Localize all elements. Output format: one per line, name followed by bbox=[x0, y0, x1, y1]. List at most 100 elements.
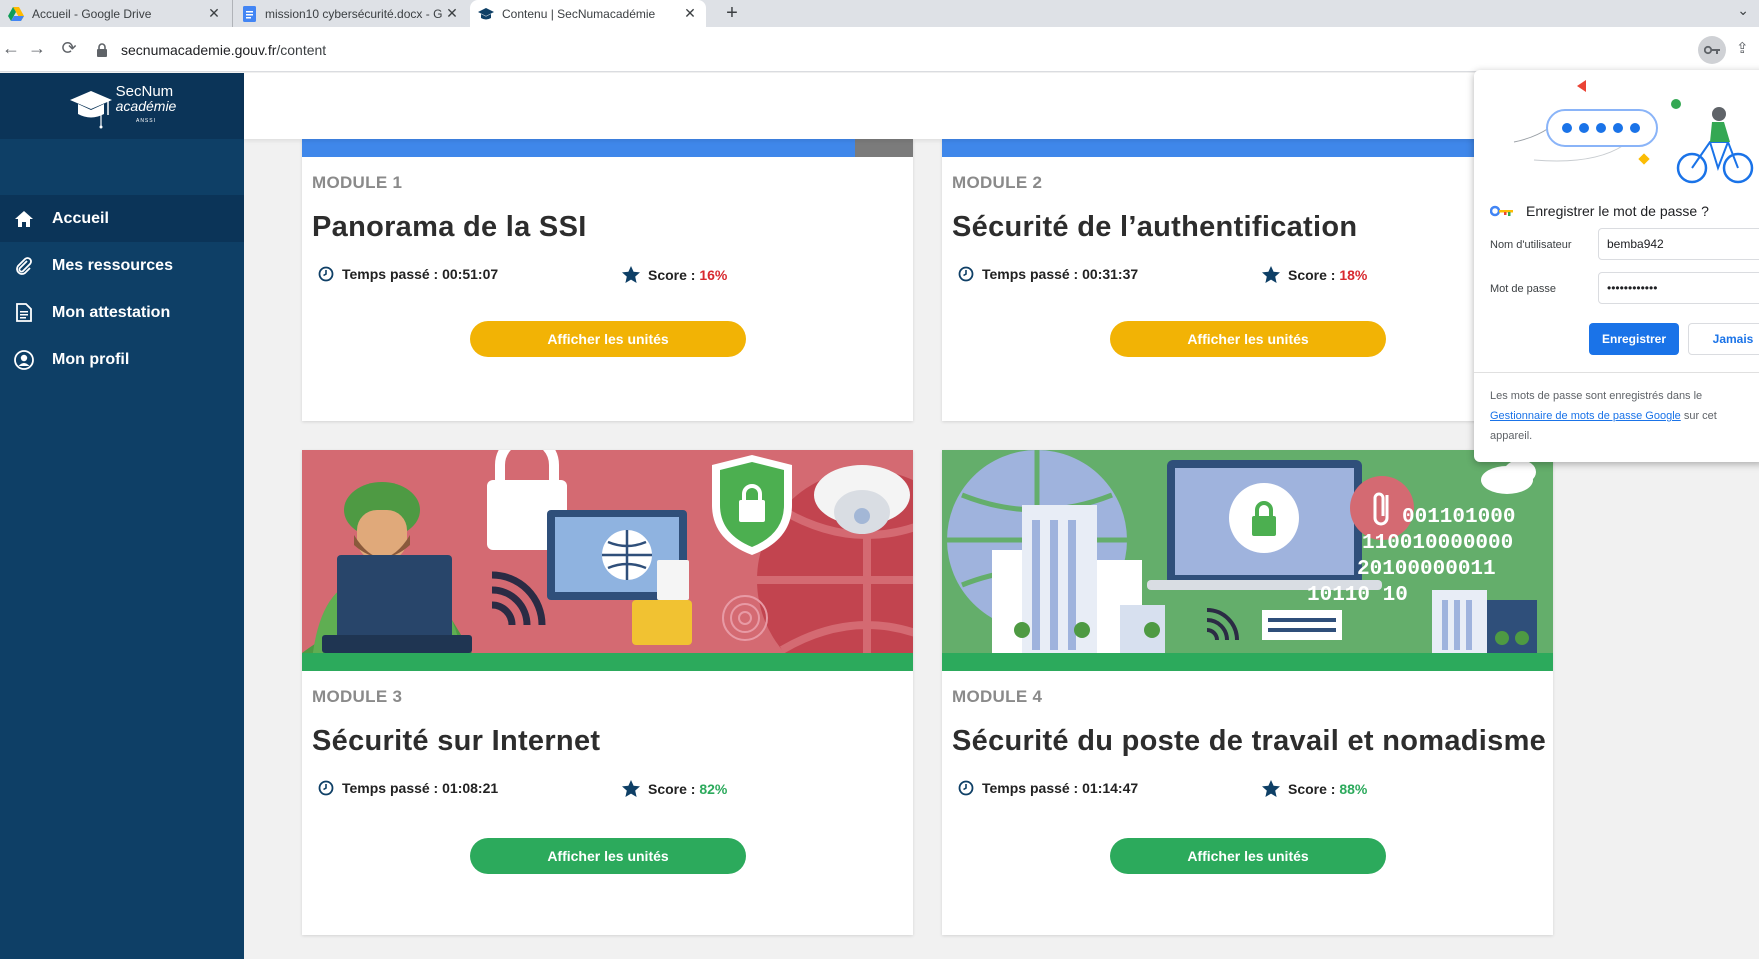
show-units-button[interactable]: Afficher les unités bbox=[1110, 321, 1386, 357]
module-card-4: 001101000 110010000000 20100000011 10110… bbox=[942, 450, 1553, 935]
score-value: 82% bbox=[699, 780, 728, 797]
show-units-button[interactable]: Afficher les unités bbox=[470, 321, 746, 357]
tab-title: mission10 cybersécurité.docx - G bbox=[265, 6, 443, 21]
password-label: Mot de passe bbox=[1490, 283, 1557, 295]
close-tab-icon[interactable]: ✕ bbox=[206, 5, 222, 22]
home-icon bbox=[14, 209, 34, 229]
tab-secnum[interactable]: Contenu | SecNumacadémie ✕ bbox=[470, 0, 706, 27]
google-key-icon bbox=[1490, 205, 1514, 217]
module-title: Panorama de la SSI bbox=[312, 211, 587, 243]
google-docs-icon bbox=[241, 5, 257, 22]
new-tab-icon[interactable]: + bbox=[720, 2, 744, 25]
sidebar-item-ressources[interactable]: Mes ressources bbox=[0, 242, 244, 289]
browser-tab-strip: Accueil - Google Drive ✕ mission10 cyber… bbox=[0, 0, 1759, 27]
divider bbox=[1474, 372, 1759, 373]
reload-icon[interactable]: ⟳ bbox=[58, 38, 80, 59]
sidebar-item-label: Mon profil bbox=[52, 350, 130, 368]
module-progress-bar bbox=[302, 653, 913, 671]
sidebar: SecNum académie ANSSI Accueil Mes ressou… bbox=[0, 73, 244, 959]
module-card-1: MODULE 1 Panorama de la SSI Temps passé … bbox=[302, 139, 913, 421]
module-label: MODULE 3 bbox=[312, 687, 403, 706]
star-icon bbox=[622, 266, 640, 283]
progress-remaining bbox=[854, 139, 913, 157]
back-arrow-icon[interactable]: ← bbox=[0, 38, 22, 59]
sidebar-item-attestation[interactable]: Mon attestation bbox=[0, 289, 244, 336]
show-units-button[interactable]: Afficher les unités bbox=[1110, 838, 1386, 874]
logo-line3: ANSSI bbox=[135, 117, 156, 124]
forward-arrow-icon[interactable]: → bbox=[26, 38, 48, 59]
time-value: 00:31:37 bbox=[1082, 266, 1139, 282]
clock-icon bbox=[318, 266, 334, 282]
module-label: MODULE 4 bbox=[952, 687, 1043, 706]
binary-line-3: 20100000011 bbox=[1357, 558, 1496, 581]
document-icon bbox=[14, 303, 34, 323]
time-value: 01:14:47 bbox=[1082, 780, 1139, 796]
never-button[interactable]: Jamais bbox=[1688, 323, 1759, 355]
graduation-cap-icon bbox=[69, 91, 112, 129]
address-bar[interactable]: secnumacademie.gouv.fr/content bbox=[95, 33, 1695, 66]
google-drive-icon bbox=[8, 6, 24, 22]
score-value: 16% bbox=[699, 266, 728, 283]
star-icon bbox=[1262, 266, 1280, 283]
module-progress-bar bbox=[942, 139, 1553, 157]
sidebar-item-label: Mon attestation bbox=[52, 303, 171, 321]
binary-line-4: 10110 10 bbox=[1307, 584, 1408, 607]
url-text: secnumacademie.gouv.fr/content bbox=[121, 41, 327, 58]
time-value: 00:51:07 bbox=[442, 266, 499, 282]
star-icon bbox=[1262, 780, 1280, 797]
username-field[interactable]: bemba942 bbox=[1598, 228, 1759, 260]
clock-icon bbox=[958, 266, 974, 282]
module-title: Sécurité du poste de travail et nomadism… bbox=[952, 725, 1547, 757]
score: Score : 82% bbox=[622, 780, 727, 797]
close-tab-icon[interactable]: ✕ bbox=[682, 5, 698, 22]
tab-google-drive[interactable]: Accueil - Google Drive ✕ bbox=[0, 0, 230, 27]
password-key-icon[interactable] bbox=[1698, 36, 1726, 64]
module-progress-bar bbox=[302, 139, 913, 157]
module-title: Sécurité de l’authentification bbox=[952, 211, 1358, 243]
popup-footer: Les mots de passe sont enregistrés dans … bbox=[1490, 390, 1717, 442]
browser-toolbar: ← → ⟳ secnumacademie.gouv.fr/content ⇪ bbox=[0, 27, 1759, 72]
module-label: MODULE 1 bbox=[312, 173, 403, 192]
binary-line-1: 001101000 bbox=[1402, 506, 1515, 529]
lock-icon bbox=[97, 42, 107, 57]
username-label: Nom d'utilisateur bbox=[1490, 239, 1572, 251]
module-label: MODULE 2 bbox=[952, 173, 1043, 192]
score: Score : 88% bbox=[1262, 780, 1367, 797]
clock-icon bbox=[958, 780, 974, 796]
time-spent: Temps passé : 01:08:21 bbox=[318, 780, 498, 796]
tab-title: Accueil - Google Drive bbox=[32, 6, 152, 21]
tab-title: Contenu | SecNumacadémie bbox=[502, 6, 656, 21]
time-spent: Temps passé : 00:31:37 bbox=[958, 266, 1138, 282]
tab-search-chevron-icon[interactable]: ⌄ bbox=[1737, 2, 1749, 19]
star-icon bbox=[622, 780, 640, 797]
popup-title: Enregistrer le mot de passe ? bbox=[1490, 203, 1709, 219]
sidebar-item-accueil[interactable]: Accueil bbox=[0, 195, 244, 242]
clock-icon bbox=[318, 780, 334, 796]
paperclip-icon bbox=[14, 256, 34, 276]
score-value: 18% bbox=[1339, 266, 1368, 283]
time-spent: Temps passé : 01:14:47 bbox=[958, 780, 1138, 796]
save-password-button[interactable]: Enregistrer bbox=[1589, 323, 1679, 355]
close-tab-icon[interactable]: ✕ bbox=[444, 5, 460, 22]
score: Score : 18% bbox=[1262, 266, 1367, 283]
password-illustration bbox=[1513, 80, 1754, 184]
secnum-cap-icon bbox=[478, 6, 494, 22]
password-manager-link[interactable]: Gestionnaire de mots de passe Google bbox=[1490, 410, 1681, 422]
time-value: 01:08:21 bbox=[442, 780, 499, 796]
score-value: 88% bbox=[1339, 780, 1368, 797]
sidebar-item-label: Mes ressources bbox=[52, 256, 173, 274]
share-icon[interactable]: ⇪ bbox=[1736, 39, 1749, 57]
score: Score : 16% bbox=[622, 266, 727, 283]
show-units-button[interactable]: Afficher les unités bbox=[470, 838, 746, 874]
binary-line-2: 110010000000 bbox=[1362, 532, 1513, 555]
logo-line1: SecNum bbox=[115, 82, 174, 100]
time-spent: Temps passé : 00:51:07 bbox=[318, 266, 498, 282]
user-icon bbox=[14, 349, 34, 370]
sidebar-item-profil[interactable]: Mon profil bbox=[0, 336, 244, 383]
tab-google-docs[interactable]: mission10 cybersécurité.docx - G ✕ bbox=[232, 0, 468, 27]
module-title: Sécurité sur Internet bbox=[312, 725, 601, 757]
module-progress-bar bbox=[942, 653, 1553, 671]
secnum-logo[interactable]: SecNum académie ANSSI bbox=[0, 73, 244, 139]
save-password-popup: Enregistrer le mot de passe ? Nom d'util… bbox=[1474, 70, 1759, 462]
password-field[interactable]: •••••••••••• bbox=[1598, 272, 1759, 304]
